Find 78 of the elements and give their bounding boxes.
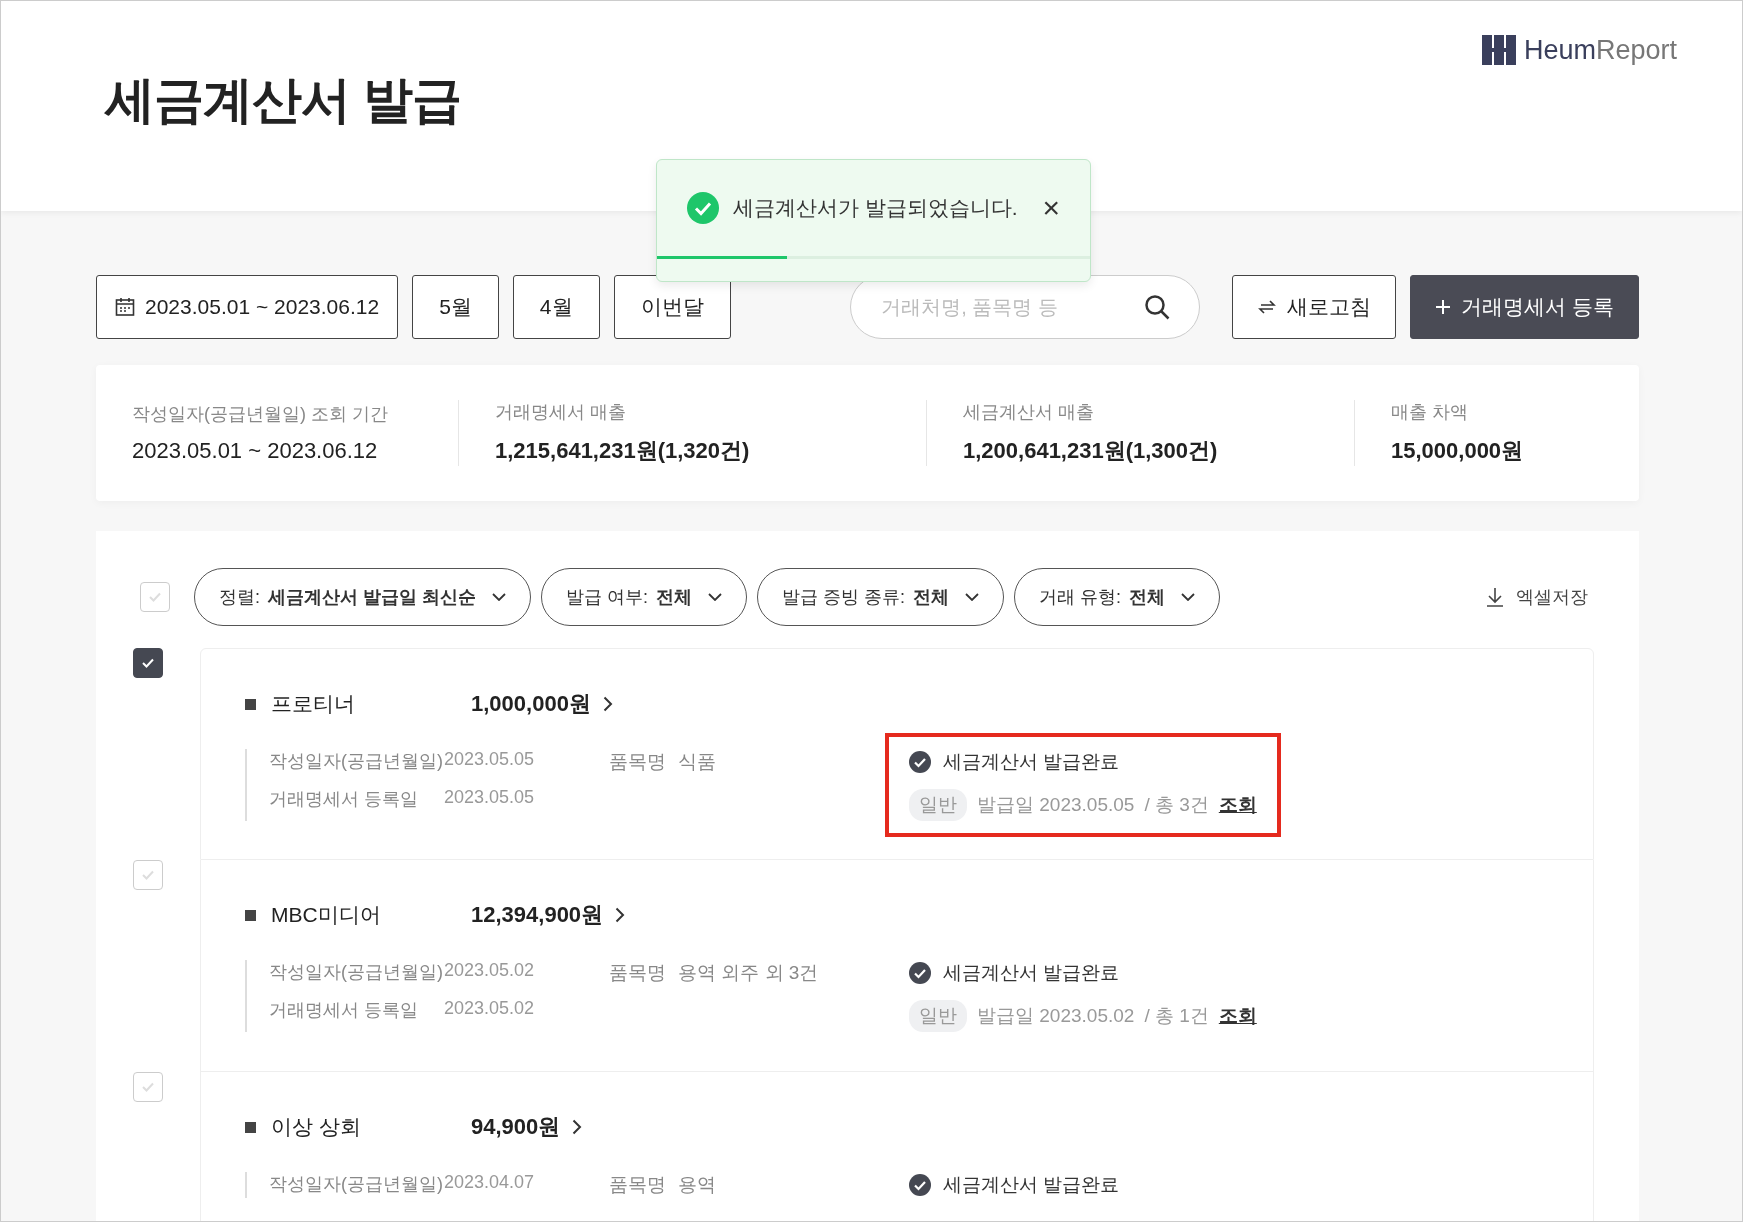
product-label: 품목명 bbox=[609, 750, 666, 774]
summary-label: 세금계산서 매출 bbox=[963, 401, 1095, 424]
issue-date: 발급일 2023.05.02 bbox=[977, 1004, 1135, 1028]
product-value: 용역 bbox=[678, 1173, 716, 1197]
client-name: 이상 상회 bbox=[271, 1114, 362, 1140]
chevron-down-icon bbox=[708, 593, 723, 601]
date-label: 거래명세서 등록일 bbox=[269, 788, 419, 811]
date-value: 2023.05.05 bbox=[444, 749, 536, 771]
issue-date: 발급일 2023.05.05 bbox=[977, 793, 1135, 817]
bullet-icon bbox=[245, 1121, 256, 1133]
date-range-button[interactable]: 2023.05.01 ~ 2023.06.12 bbox=[96, 275, 399, 339]
check-circle-icon bbox=[909, 962, 931, 984]
plus-icon bbox=[1435, 299, 1452, 315]
filter-dropdown[interactable]: 발급 여부: 전체 bbox=[541, 568, 748, 626]
chevron-right-icon bbox=[572, 1119, 583, 1135]
view-link[interactable]: 조회 bbox=[1218, 1003, 1257, 1029]
chevron-right-icon bbox=[602, 696, 613, 712]
row-checkbox[interactable] bbox=[133, 648, 163, 678]
date-label: 작성일자(공급년월일) bbox=[269, 750, 444, 773]
chevron-down-icon bbox=[492, 593, 507, 601]
amount-link[interactable]: 1,000,000원 bbox=[471, 689, 613, 719]
period-button[interactable]: 이번달 bbox=[613, 275, 731, 339]
toast-message: 세금계산서가 발급되었습니다. bbox=[733, 195, 1019, 221]
period-button[interactable]: 4월 bbox=[512, 275, 600, 339]
status-text: 세금계산서 발급완료 bbox=[943, 961, 1120, 985]
date-value: 2023.05.02 bbox=[444, 998, 536, 1020]
filter-dropdown[interactable]: 정렬: 세금계산서 발급일 최신순 bbox=[194, 568, 532, 626]
period-button[interactable]: 5월 bbox=[412, 275, 499, 339]
status-text: 세금계산서 발급완료 bbox=[943, 750, 1120, 774]
client-name: MBC미디어 bbox=[271, 902, 382, 928]
logo-text: HeumReport bbox=[1523, 34, 1677, 66]
register-button[interactable]: 거래명세서 등록 bbox=[1410, 275, 1639, 339]
amount-link[interactable]: 12,394,900원 bbox=[471, 900, 626, 930]
product-value: 식품 bbox=[678, 750, 716, 774]
type-tag: 일반 bbox=[909, 789, 967, 821]
page-title: 세금계산서 발급 bbox=[105, 71, 461, 130]
client-name: 프로티너 bbox=[271, 691, 356, 717]
product-value: 용역 외주 외 3건 bbox=[678, 961, 819, 985]
view-link[interactable]: 조회 bbox=[1218, 792, 1257, 818]
chevron-down-icon bbox=[1181, 593, 1196, 601]
summary-label: 매출 차액 bbox=[1391, 401, 1469, 424]
select-all-checkbox[interactable] bbox=[140, 582, 170, 612]
calendar-icon bbox=[115, 297, 135, 317]
search-field[interactable]: 거래처명, 품목명 등 bbox=[850, 275, 1201, 339]
filter-dropdown[interactable]: 발급 증빙 종류: 전체 bbox=[757, 568, 1005, 626]
check-circle-icon bbox=[909, 751, 931, 773]
date-label: 작성일자(공급년월일) bbox=[269, 1173, 444, 1196]
chevron-right-icon bbox=[615, 907, 626, 923]
summary-label: 거래명세서 매출 bbox=[495, 401, 627, 424]
filter-dropdown[interactable]: 거래 유형: 전체 bbox=[1014, 568, 1221, 626]
date-value: 2023.05.05 bbox=[444, 787, 536, 809]
amount-link[interactable]: 94,900원 bbox=[471, 1112, 583, 1142]
summary-value: 1,215,641,231원(1,320건) bbox=[495, 437, 751, 465]
issue-count: / 총 3건 bbox=[1144, 793, 1209, 817]
date-label: 작성일자(공급년월일) bbox=[269, 961, 444, 984]
summary-value: 15,000,000원 bbox=[1391, 437, 1524, 465]
product-label: 품목명 bbox=[609, 1173, 666, 1197]
refresh-button[interactable]: 새로고침 bbox=[1232, 275, 1397, 339]
summary-value: 1,200,641,231원(1,300건) bbox=[963, 437, 1219, 465]
check-circle-icon bbox=[687, 192, 719, 224]
search-icon bbox=[1144, 294, 1171, 320]
check-circle-icon bbox=[909, 1174, 931, 1196]
product-label: 품목명 bbox=[609, 961, 666, 985]
bullet-icon bbox=[245, 909, 256, 921]
summary-label: 작성일자(공급년월일) 조회 기간 bbox=[132, 403, 389, 426]
download-icon bbox=[1486, 587, 1504, 607]
bullet-icon bbox=[245, 698, 256, 710]
close-button[interactable]: × bbox=[1042, 193, 1060, 223]
date-value: 2023.05.02 bbox=[444, 960, 536, 982]
summary-value: 2023.05.01 ~ 2023.06.12 bbox=[132, 438, 379, 464]
logo-icon bbox=[1481, 33, 1516, 67]
status-text: 세금계산서 발급완료 bbox=[943, 1173, 1120, 1197]
type-tag: 일반 bbox=[909, 1000, 967, 1032]
excel-export-button[interactable]: 엑셀저장 bbox=[1480, 584, 1594, 610]
date-label: 거래명세서 등록일 bbox=[269, 999, 419, 1022]
issue-count: / 총 1건 bbox=[1144, 1004, 1209, 1028]
chevron-down-icon bbox=[965, 593, 980, 601]
date-value: 2023.04.07 bbox=[444, 1172, 536, 1194]
